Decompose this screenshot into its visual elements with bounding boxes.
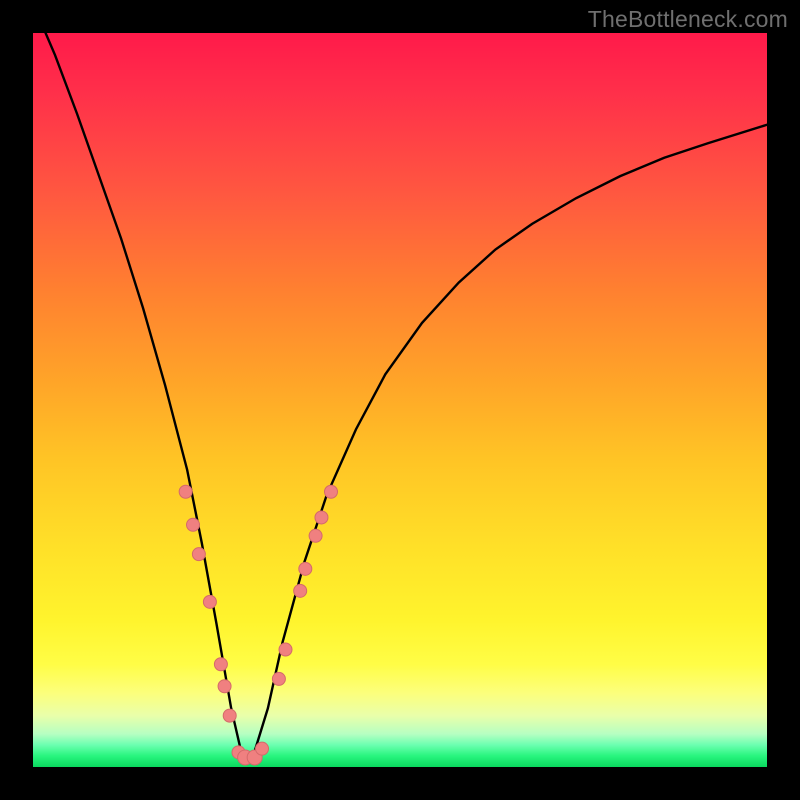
data-marker — [218, 680, 231, 693]
data-marker — [294, 584, 307, 597]
data-marker — [315, 511, 328, 524]
marker-group-right — [256, 485, 338, 755]
data-marker — [223, 709, 236, 722]
data-marker — [214, 658, 227, 671]
chart-frame: TheBottleneck.com — [0, 0, 800, 800]
data-marker — [299, 562, 312, 575]
bottleneck-curve — [33, 33, 767, 756]
watermark-text: TheBottleneck.com — [588, 6, 788, 33]
plot-area — [33, 33, 767, 767]
marker-group-left — [179, 485, 245, 759]
data-marker — [279, 643, 292, 656]
data-marker — [203, 595, 216, 608]
data-marker — [179, 485, 192, 498]
data-marker — [187, 518, 200, 531]
data-marker — [309, 529, 322, 542]
data-marker — [256, 742, 269, 755]
data-marker — [325, 485, 338, 498]
chart-svg — [33, 33, 767, 767]
data-marker — [272, 672, 285, 685]
data-marker — [192, 548, 205, 561]
